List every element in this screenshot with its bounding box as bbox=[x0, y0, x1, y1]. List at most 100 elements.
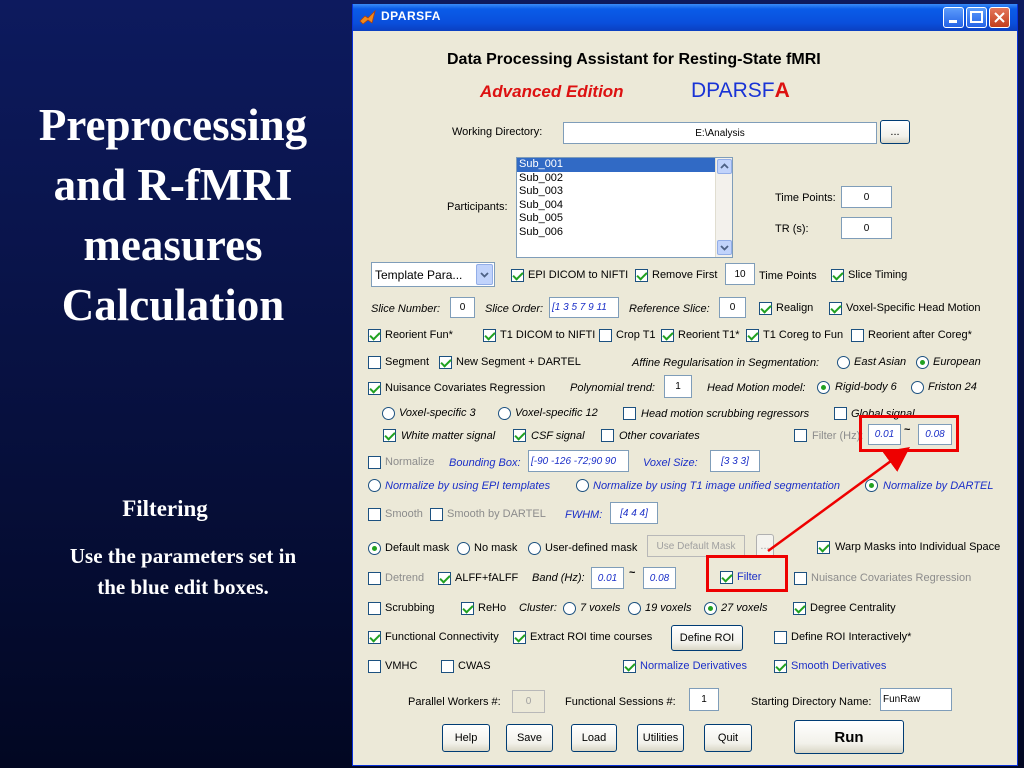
t1-coreg-checkbox[interactable] bbox=[746, 329, 759, 342]
no-mask-radio[interactable] bbox=[457, 542, 470, 555]
run-button[interactable]: Run bbox=[794, 720, 904, 754]
working-dir-input[interactable]: E:\Analysis bbox=[563, 122, 877, 144]
user-mask-radio[interactable] bbox=[528, 542, 541, 555]
nuisance2-checkbox[interactable] bbox=[794, 572, 807, 585]
nuisance-checkbox[interactable] bbox=[368, 382, 381, 395]
template-popup[interactable]: Template Para... bbox=[371, 262, 495, 287]
rigid-body-radio[interactable] bbox=[817, 381, 830, 394]
slice-order-input[interactable]: [1 3 5 7 9 11 bbox=[549, 297, 619, 318]
reorient-fun-checkbox[interactable] bbox=[368, 329, 381, 342]
list-item[interactable]: Sub_003 bbox=[517, 185, 732, 199]
fwhm-input[interactable]: [4 4 4] bbox=[610, 502, 658, 524]
fc-checkbox[interactable] bbox=[368, 631, 381, 644]
segment-checkbox[interactable] bbox=[368, 356, 381, 369]
degree-checkbox[interactable] bbox=[793, 602, 806, 615]
filter-highlight bbox=[706, 555, 788, 592]
vmhc-label: VMHC bbox=[385, 660, 418, 672]
new-segment-checkbox[interactable] bbox=[439, 356, 452, 369]
voxel-size-input[interactable]: [3 3 3] bbox=[710, 450, 760, 472]
voxel-specific-3-radio[interactable] bbox=[382, 407, 395, 420]
maximize-button[interactable] bbox=[966, 7, 987, 28]
reference-slice-input[interactable]: 0 bbox=[719, 297, 746, 318]
slice-number-input[interactable]: 0 bbox=[450, 297, 475, 318]
list-item[interactable]: Sub_006 bbox=[517, 226, 732, 240]
list-item[interactable]: Sub_001 bbox=[517, 158, 732, 172]
voxel-specific-motion-label: Voxel-Specific Head Motion bbox=[846, 302, 981, 314]
close-button[interactable] bbox=[989, 7, 1010, 28]
realign-checkbox[interactable] bbox=[759, 302, 772, 315]
scroll-down-button[interactable] bbox=[717, 240, 732, 255]
reorient-after-coreg-checkbox[interactable] bbox=[851, 329, 864, 342]
alff-checkbox[interactable] bbox=[438, 572, 451, 585]
mask-path-input[interactable]: Use Default Mask bbox=[647, 535, 745, 557]
norm-deriv-checkbox[interactable] bbox=[623, 660, 636, 673]
title-bar[interactable]: DPARSFA bbox=[353, 4, 1017, 31]
t1-dicom-checkbox[interactable] bbox=[483, 329, 496, 342]
list-scrollbar[interactable] bbox=[715, 158, 732, 257]
quit-button[interactable]: Quit bbox=[704, 724, 752, 752]
sessions-input[interactable]: 1 bbox=[689, 688, 719, 711]
time-points-input[interactable]: 0 bbox=[841, 186, 892, 208]
cwas-checkbox[interactable] bbox=[441, 660, 454, 673]
utilities-button[interactable]: Utilities bbox=[637, 724, 684, 752]
european-radio[interactable] bbox=[916, 356, 929, 369]
define-roi-button[interactable]: Define ROI bbox=[671, 625, 743, 651]
epi-dicom-checkbox[interactable] bbox=[511, 269, 524, 282]
cluster27-radio[interactable] bbox=[704, 602, 717, 615]
default-mask-radio[interactable] bbox=[368, 542, 381, 555]
east-asian-radio[interactable] bbox=[837, 356, 850, 369]
parallel-input[interactable]: 0 bbox=[512, 690, 545, 713]
band-high-input[interactable]: 0.08 bbox=[643, 567, 676, 589]
norm-deriv-label: Normalize Derivatives bbox=[640, 660, 747, 672]
slice-timing-label: Slice Timing bbox=[848, 269, 908, 281]
filter-hz-checkbox[interactable] bbox=[794, 429, 807, 442]
vmhc-checkbox[interactable] bbox=[368, 660, 381, 673]
reho-checkbox[interactable] bbox=[461, 602, 474, 615]
slice-timing-checkbox[interactable] bbox=[831, 269, 844, 282]
detrend-checkbox[interactable] bbox=[368, 572, 381, 585]
friston-radio[interactable] bbox=[911, 381, 924, 394]
save-button[interactable]: Save bbox=[506, 724, 553, 752]
smooth-checkbox[interactable] bbox=[368, 508, 381, 521]
load-button[interactable]: Load bbox=[571, 724, 617, 752]
smooth-deriv-checkbox[interactable] bbox=[774, 660, 787, 673]
normalize-checkbox[interactable] bbox=[368, 456, 381, 469]
voxel-specific-motion-checkbox[interactable] bbox=[829, 302, 842, 315]
scrubbing-checkbox[interactable] bbox=[368, 602, 381, 615]
cluster7-radio[interactable] bbox=[563, 602, 576, 615]
voxel-specific-12-radio[interactable] bbox=[498, 407, 511, 420]
warp-masks-checkbox[interactable] bbox=[817, 541, 830, 554]
crop-t1-checkbox[interactable] bbox=[599, 329, 612, 342]
minimize-button[interactable] bbox=[943, 7, 964, 28]
bounding-box-input[interactable]: [-90 -126 -72;90 90 bbox=[528, 450, 629, 472]
define-roi-inter-checkbox[interactable] bbox=[774, 631, 787, 644]
start-dir-input[interactable]: FunRaw bbox=[880, 688, 952, 711]
csf-checkbox[interactable] bbox=[513, 429, 526, 442]
remove-first-checkbox[interactable] bbox=[635, 269, 648, 282]
list-item[interactable]: Sub_002 bbox=[517, 172, 732, 186]
remove-first-input[interactable]: 10 bbox=[725, 263, 755, 285]
polynomial-input[interactable]: 1 bbox=[664, 375, 692, 398]
browse-button[interactable]: ... bbox=[880, 120, 910, 144]
scrubbing-regressors-checkbox[interactable] bbox=[623, 407, 636, 420]
normalize-dartel-radio[interactable] bbox=[865, 479, 878, 492]
normalize-epi-radio[interactable] bbox=[368, 479, 381, 492]
other-covariates-checkbox[interactable] bbox=[601, 429, 614, 442]
template-dropdown-button[interactable] bbox=[476, 264, 493, 285]
global-signal-checkbox[interactable] bbox=[834, 407, 847, 420]
roi-tc-checkbox[interactable] bbox=[513, 631, 526, 644]
help-button[interactable]: Help bbox=[442, 724, 490, 752]
participants-list[interactable]: Sub_001 Sub_002 Sub_003 Sub_004 Sub_005 … bbox=[516, 157, 733, 258]
cluster19-radio[interactable] bbox=[628, 602, 641, 615]
band-low-input[interactable]: 0.01 bbox=[591, 567, 624, 589]
smooth-dartel-checkbox[interactable] bbox=[430, 508, 443, 521]
white-matter-checkbox[interactable] bbox=[383, 429, 396, 442]
matlab-icon bbox=[359, 9, 376, 25]
time-points-label: Time Points: bbox=[775, 192, 836, 204]
reorient-t1-checkbox[interactable] bbox=[661, 329, 674, 342]
list-item[interactable]: Sub_005 bbox=[517, 212, 732, 226]
tr-input[interactable]: 0 bbox=[841, 217, 892, 239]
list-item[interactable]: Sub_004 bbox=[517, 199, 732, 213]
scroll-up-button[interactable] bbox=[717, 159, 732, 174]
normalize-t1-radio[interactable] bbox=[576, 479, 589, 492]
